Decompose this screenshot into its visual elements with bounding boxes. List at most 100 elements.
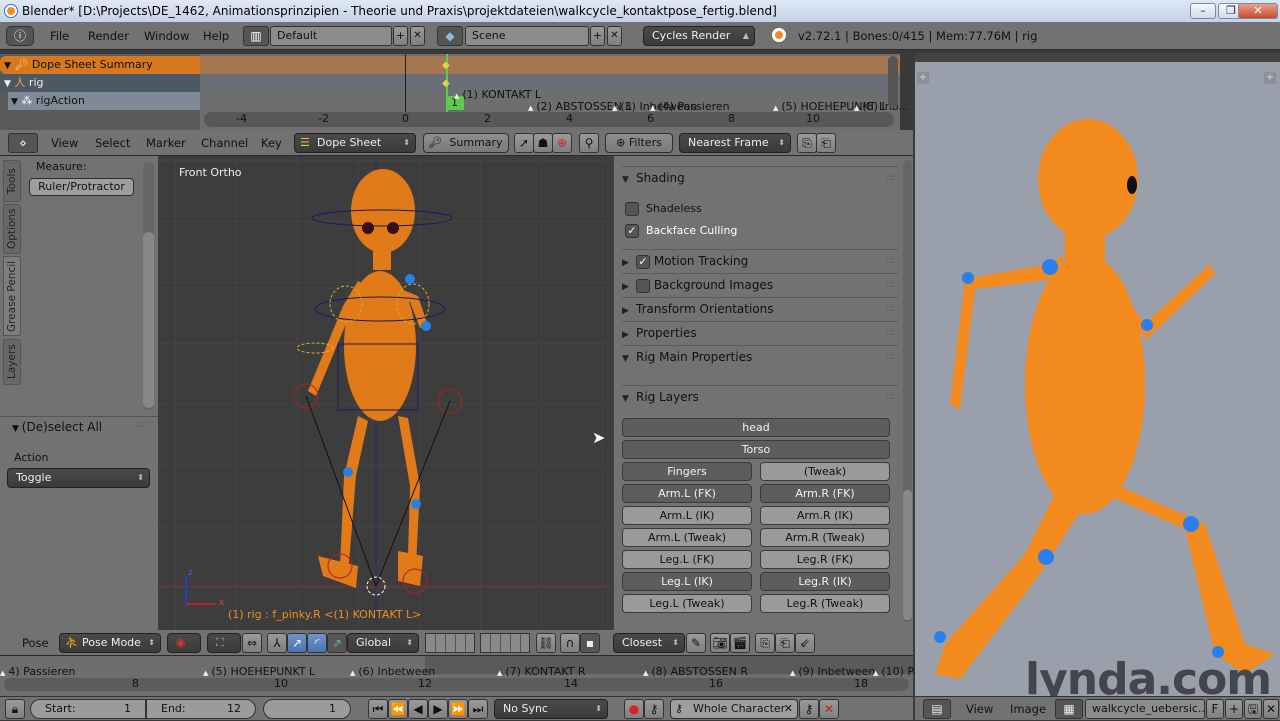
menu-marker[interactable]: Marker bbox=[146, 131, 186, 155]
screen-layout-icon[interactable]: ▥ bbox=[243, 26, 269, 46]
shadeless-checkbox-row[interactable]: Shadeless bbox=[625, 202, 702, 216]
dopesheet-scrollbar[interactable] bbox=[888, 56, 898, 108]
rig-layer-button[interactable]: Leg.R (IK) bbox=[760, 572, 890, 591]
add-layout-button[interactable]: + bbox=[393, 26, 408, 46]
menu-pose[interactable]: Pose bbox=[22, 631, 49, 655]
render-animation-icon[interactable]: 🎬︎ bbox=[730, 633, 750, 653]
drag-grip-icon[interactable]: :::: bbox=[886, 274, 895, 296]
paste-pose-icon[interactable]: ⎗ bbox=[775, 633, 795, 653]
panel-shading[interactable]: ▼ Shading:::: bbox=[622, 166, 898, 188]
expand-triangle-icon[interactable]: ▼ bbox=[4, 79, 11, 89]
tab-options[interactable]: Options bbox=[3, 204, 21, 254]
screen-layout-field[interactable]: Default bbox=[270, 26, 392, 46]
timeline-area[interactable]: 4) Passieren (5) HOEHEPUNKT L (6) Inbetw… bbox=[0, 656, 926, 696]
panel-rig-layers[interactable]: ▼ Rig Layers:::: bbox=[622, 385, 898, 407]
tab-grease-pencil[interactable]: Grease Pencil bbox=[3, 256, 21, 336]
rig-layer-button[interactable]: Leg.R (Tweak) bbox=[760, 594, 890, 613]
manipulator-toggle-icon[interactable]: ⅄ bbox=[267, 633, 287, 653]
scale-manipulator-icon[interactable]: ⇗ bbox=[327, 633, 347, 653]
rig-layer-button[interactable]: Arm.L (IK) bbox=[622, 506, 752, 525]
jump-keyframe-back-icon[interactable]: ⏪ bbox=[388, 699, 408, 719]
drag-grip-icon[interactable]: :::: bbox=[886, 250, 895, 272]
dopesheet-mode-dropdown[interactable]: ☰ Dope Sheet ⬍ bbox=[294, 133, 416, 153]
copy-pose-icon[interactable]: ⎘ bbox=[755, 633, 775, 653]
close-window-button[interactable]: ✕ bbox=[1238, 3, 1278, 19]
scrollbar-thumb[interactable] bbox=[143, 232, 154, 408]
delete-keyframe-icon[interactable]: ✕ bbox=[819, 699, 839, 719]
operator-title[interactable]: ▼ (De)select All bbox=[12, 420, 102, 434]
transform-orientation-dropdown[interactable]: Global ⬍ bbox=[347, 633, 419, 653]
rotate-manipulator-icon[interactable]: ◜ bbox=[307, 633, 327, 653]
panel-background-images[interactable]: ▶ Background Images:::: bbox=[622, 273, 898, 295]
layer-buttons-group-2[interactable] bbox=[480, 633, 530, 653]
info-editor-type-icon[interactable]: ⓘ bbox=[6, 26, 34, 46]
channel-rig[interactable]: ▼ 人 rig bbox=[0, 74, 200, 92]
show-hidden-ghost-icon[interactable]: ☗ bbox=[533, 133, 553, 153]
snap-magnet-icon[interactable]: ∩ bbox=[560, 633, 580, 653]
mode-dropdown[interactable]: ⛹ Pose Mode ⬍ bbox=[59, 633, 161, 653]
browse-image-icon[interactable]: ▦ bbox=[1055, 699, 1083, 719]
fake-user-button[interactable]: F bbox=[1206, 699, 1224, 719]
jump-to-end-icon[interactable]: ⏭ bbox=[468, 699, 488, 719]
drag-grip-icon[interactable]: :::: bbox=[136, 420, 148, 430]
marker-label[interactable]: 4) Passieren bbox=[0, 665, 75, 678]
end-frame-field[interactable]: End: 12 bbox=[146, 699, 256, 719]
auto-keying-record-icon[interactable]: ● bbox=[624, 699, 644, 719]
jump-to-start-icon[interactable]: ⏮ bbox=[368, 699, 388, 719]
dopesheet-editor-type-icon[interactable]: ⋄ bbox=[8, 133, 38, 153]
tab-tools[interactable]: Tools bbox=[3, 160, 21, 202]
rig-layer-button[interactable]: Fingers bbox=[622, 462, 752, 481]
tool-shelf-scrollbar[interactable] bbox=[143, 162, 154, 410]
lock-layers-icon[interactable]: ⛓ bbox=[536, 633, 556, 653]
new-image-button[interactable]: + bbox=[1225, 699, 1243, 719]
keyframe-icon[interactable]: ◆ bbox=[442, 78, 450, 89]
scene-field[interactable]: Scene bbox=[465, 26, 589, 46]
render-engine-dropdown[interactable]: Cycles Render ▲ bbox=[643, 26, 755, 46]
summary-toggle-button[interactable]: 🔑︎ Summary bbox=[423, 133, 509, 153]
render-camera-icon[interactable]: 📷︎ bbox=[710, 633, 730, 653]
menu-image[interactable]: Image bbox=[1010, 697, 1046, 721]
rig-layer-button[interactable]: (Tweak) bbox=[760, 462, 890, 481]
timeline-ruler[interactable]: 8 10 12 14 16 18 bbox=[4, 677, 909, 691]
3d-viewport[interactable]: Front Ortho z x (1) rig: f_pinky.R <(1)… bbox=[158, 156, 613, 630]
viewport-shading-dropdown[interactable]: ◉ bbox=[167, 633, 201, 653]
proportional-edit-icon[interactable]: ✎ bbox=[686, 633, 706, 653]
channel-rigaction[interactable]: ▼ ⁂ rigAction bbox=[8, 92, 200, 110]
menu-help[interactable]: Help bbox=[203, 24, 229, 48]
unlink-image-icon[interactable]: ✕ bbox=[1263, 699, 1279, 719]
rig-layer-button[interactable]: Arm.L (Tweak) bbox=[622, 528, 752, 547]
rig-layer-button[interactable]: Leg.L (IK) bbox=[622, 572, 752, 591]
manipulate-center-icon[interactable]: ⇔ bbox=[242, 633, 262, 653]
only-selected-icon[interactable]: ➚ bbox=[514, 133, 534, 153]
filters-button[interactable]: ⊕ Filters bbox=[605, 133, 673, 153]
menu-render[interactable]: Render bbox=[88, 24, 129, 48]
menu-window[interactable]: Window bbox=[144, 24, 189, 48]
menu-channel[interactable]: Channel bbox=[201, 131, 248, 155]
image-editor-render[interactable]: + + lynda.com bbox=[915, 54, 1280, 696]
scrollbar-thumb[interactable] bbox=[903, 490, 912, 620]
tab-layers[interactable]: Layers bbox=[3, 339, 21, 385]
drag-grip-icon[interactable]: :::: bbox=[886, 386, 895, 408]
keyframe-icon[interactable]: ◆ bbox=[442, 60, 450, 71]
panel-motion-tracking[interactable]: ▶ ✓ Motion Tracking:::: bbox=[622, 249, 898, 271]
drag-grip-icon[interactable]: :::: bbox=[886, 298, 895, 320]
delete-scene-button[interactable]: ✕ bbox=[607, 26, 622, 46]
paste-flipped-pose-icon[interactable]: ⇙ bbox=[795, 633, 815, 653]
add-scene-button[interactable]: + bbox=[590, 26, 605, 46]
n-panel-scrollbar[interactable] bbox=[903, 160, 912, 622]
rig-layer-button[interactable]: Leg.R (FK) bbox=[760, 550, 890, 569]
expand-triangle-icon[interactable]: ▼ bbox=[4, 61, 11, 71]
expand-triangle-icon[interactable]: ▼ bbox=[11, 97, 18, 107]
marker-label[interactable]: (5) HOEHEPUNKT L bbox=[203, 665, 315, 678]
snap-dropdown[interactable]: Nearest Frame ⬍ bbox=[679, 133, 791, 153]
active-keying-set-field[interactable]: ⚷ Whole Character ✕ bbox=[670, 699, 798, 719]
motion-tracking-checkbox[interactable]: ✓ bbox=[636, 254, 650, 269]
insert-keyframe-icon[interactable]: ⚷ bbox=[799, 699, 819, 719]
translate-manipulator-icon[interactable]: ↗ bbox=[287, 633, 307, 653]
rig-layer-button[interactable]: Leg.L (Tweak) bbox=[622, 594, 752, 613]
background-images-checkbox[interactable] bbox=[636, 278, 650, 293]
rig-layer-button[interactable]: Arm.R (Tweak) bbox=[760, 528, 890, 547]
pivot-point-dropdown[interactable]: ⛶ bbox=[207, 633, 241, 653]
dopesheet-keyframe-area[interactable]: ◆ ◆ 1 (1) KONTAKT L (2) ABSTOSSEN L (3) … bbox=[200, 54, 909, 130]
backface-culling-checkbox-row[interactable]: ✓ Backface Culling bbox=[625, 224, 737, 238]
